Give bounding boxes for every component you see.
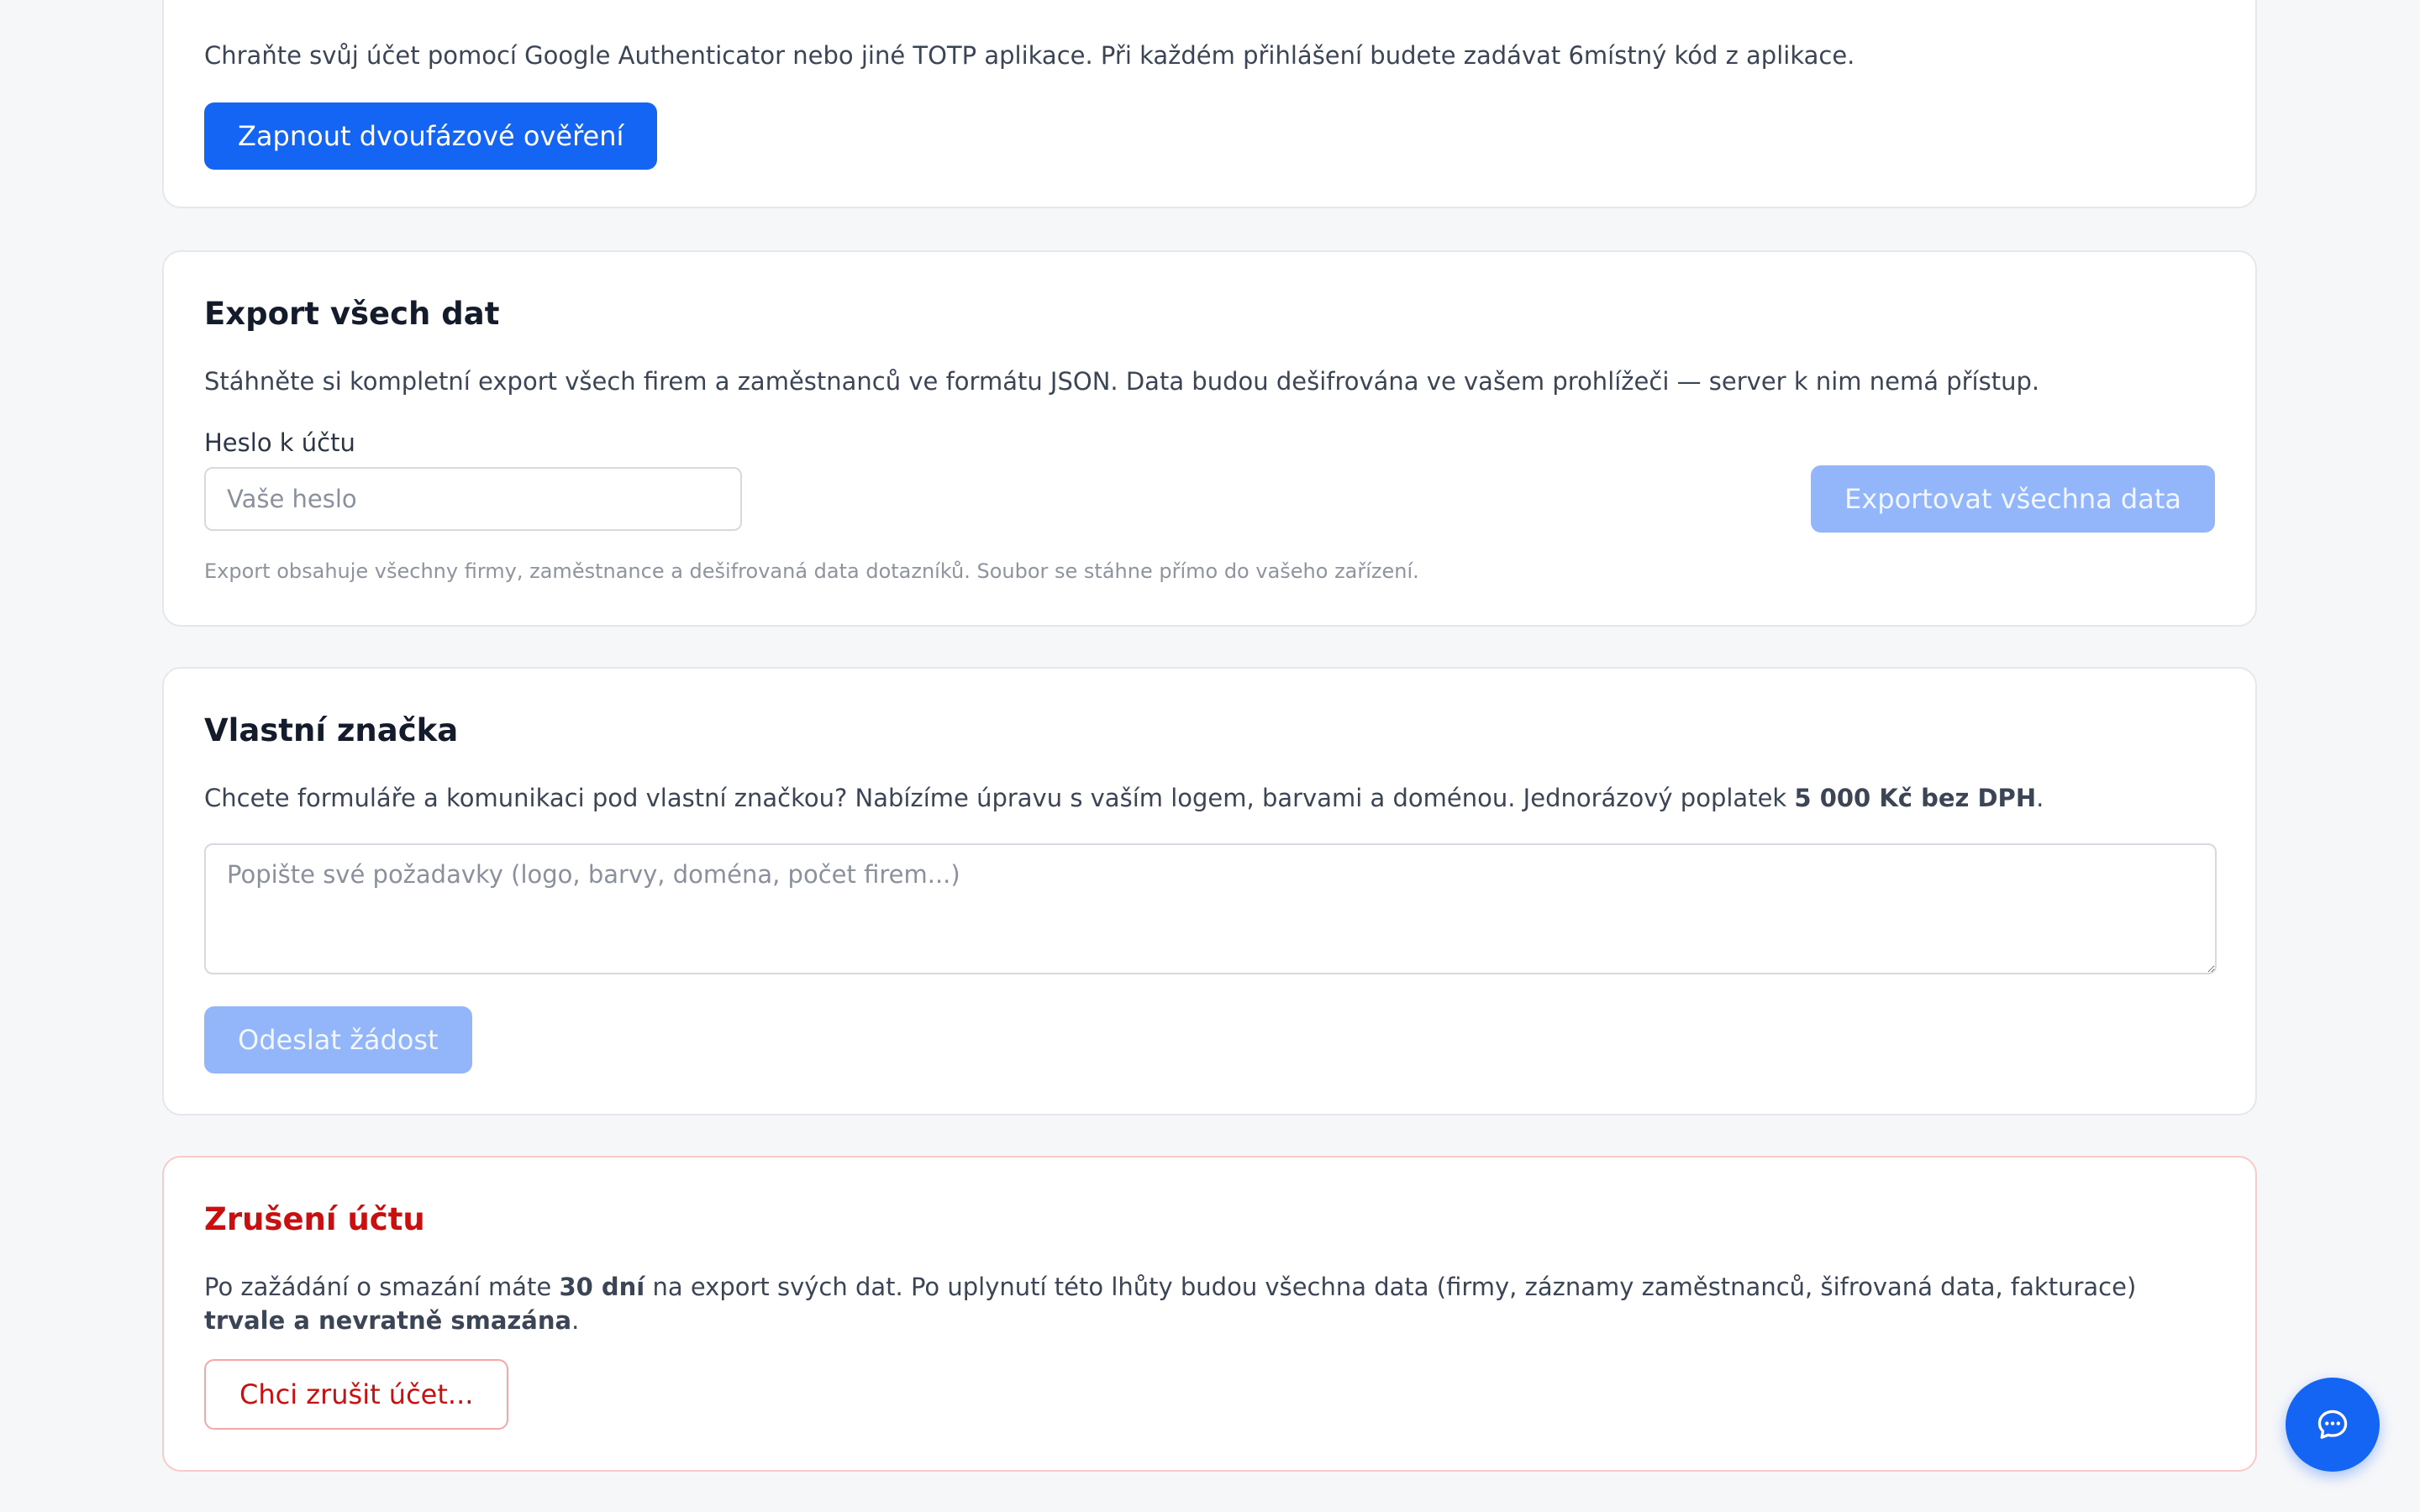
deletion-days: 30 dní bbox=[559, 1273, 645, 1301]
send-request-button[interactable]: Odeslat žádost bbox=[204, 1006, 472, 1074]
branding-description: Chcete formuláře a komunikaci pod vlastn… bbox=[204, 781, 2044, 815]
branding-request-textarea[interactable] bbox=[204, 843, 2217, 974]
deletion-text-3: . bbox=[571, 1306, 580, 1335]
account-deletion-card: Zrušení účtu Po zažádání o smazání máte … bbox=[162, 1156, 2257, 1472]
export-hint: Export obsahuje všechny firmy, zaměstnan… bbox=[204, 559, 1419, 583]
two-factor-card: Chraňte svůj účet pomocí Google Authenti… bbox=[162, 0, 2257, 208]
two-factor-description: Chraňte svůj účet pomocí Google Authenti… bbox=[204, 41, 1855, 70]
cancel-account-button[interactable]: Chci zrušit účet... bbox=[204, 1359, 509, 1430]
branding-title: Vlastní značka bbox=[204, 712, 459, 748]
chat-bubble-icon bbox=[2317, 1410, 2348, 1439]
branding-card: Vlastní značka Chcete formuláře a komuni… bbox=[162, 667, 2257, 1116]
export-description: Stáhněte si kompletní export všech firem… bbox=[204, 367, 2040, 396]
branding-description-end: . bbox=[2036, 784, 2044, 812]
enable-two-factor-button[interactable]: Zapnout dvoufázové ověření bbox=[204, 102, 658, 170]
export-card: Export všech dat Stáhněte si kompletní e… bbox=[162, 250, 2257, 627]
branding-description-text: Chcete formuláře a komunikaci pod vlastn… bbox=[204, 784, 1795, 812]
export-title: Export všech dat bbox=[204, 296, 500, 332]
deletion-text-2: na export svých dat. Po uplynutí této lh… bbox=[644, 1273, 2137, 1301]
deletion-emphasis: trvale a nevratně smazána bbox=[204, 1306, 572, 1335]
account-deletion-title: Zrušení účtu bbox=[204, 1201, 425, 1237]
deletion-text-1: Po zažádání o smazání máte bbox=[204, 1273, 560, 1301]
branding-price: 5 000 Kč bez DPH bbox=[1794, 784, 2037, 812]
password-label: Heslo k účtu bbox=[204, 428, 355, 457]
settings-page: Chraňte svůj účet pomocí Google Authenti… bbox=[0, 0, 2420, 1512]
export-all-data-button[interactable]: Exportovat všechna data bbox=[1811, 465, 2215, 533]
password-input[interactable] bbox=[204, 467, 742, 531]
account-deletion-description: Po zažádání o smazání máte 30 dní na exp… bbox=[204, 1270, 2221, 1337]
chat-button[interactable] bbox=[2286, 1378, 2380, 1472]
